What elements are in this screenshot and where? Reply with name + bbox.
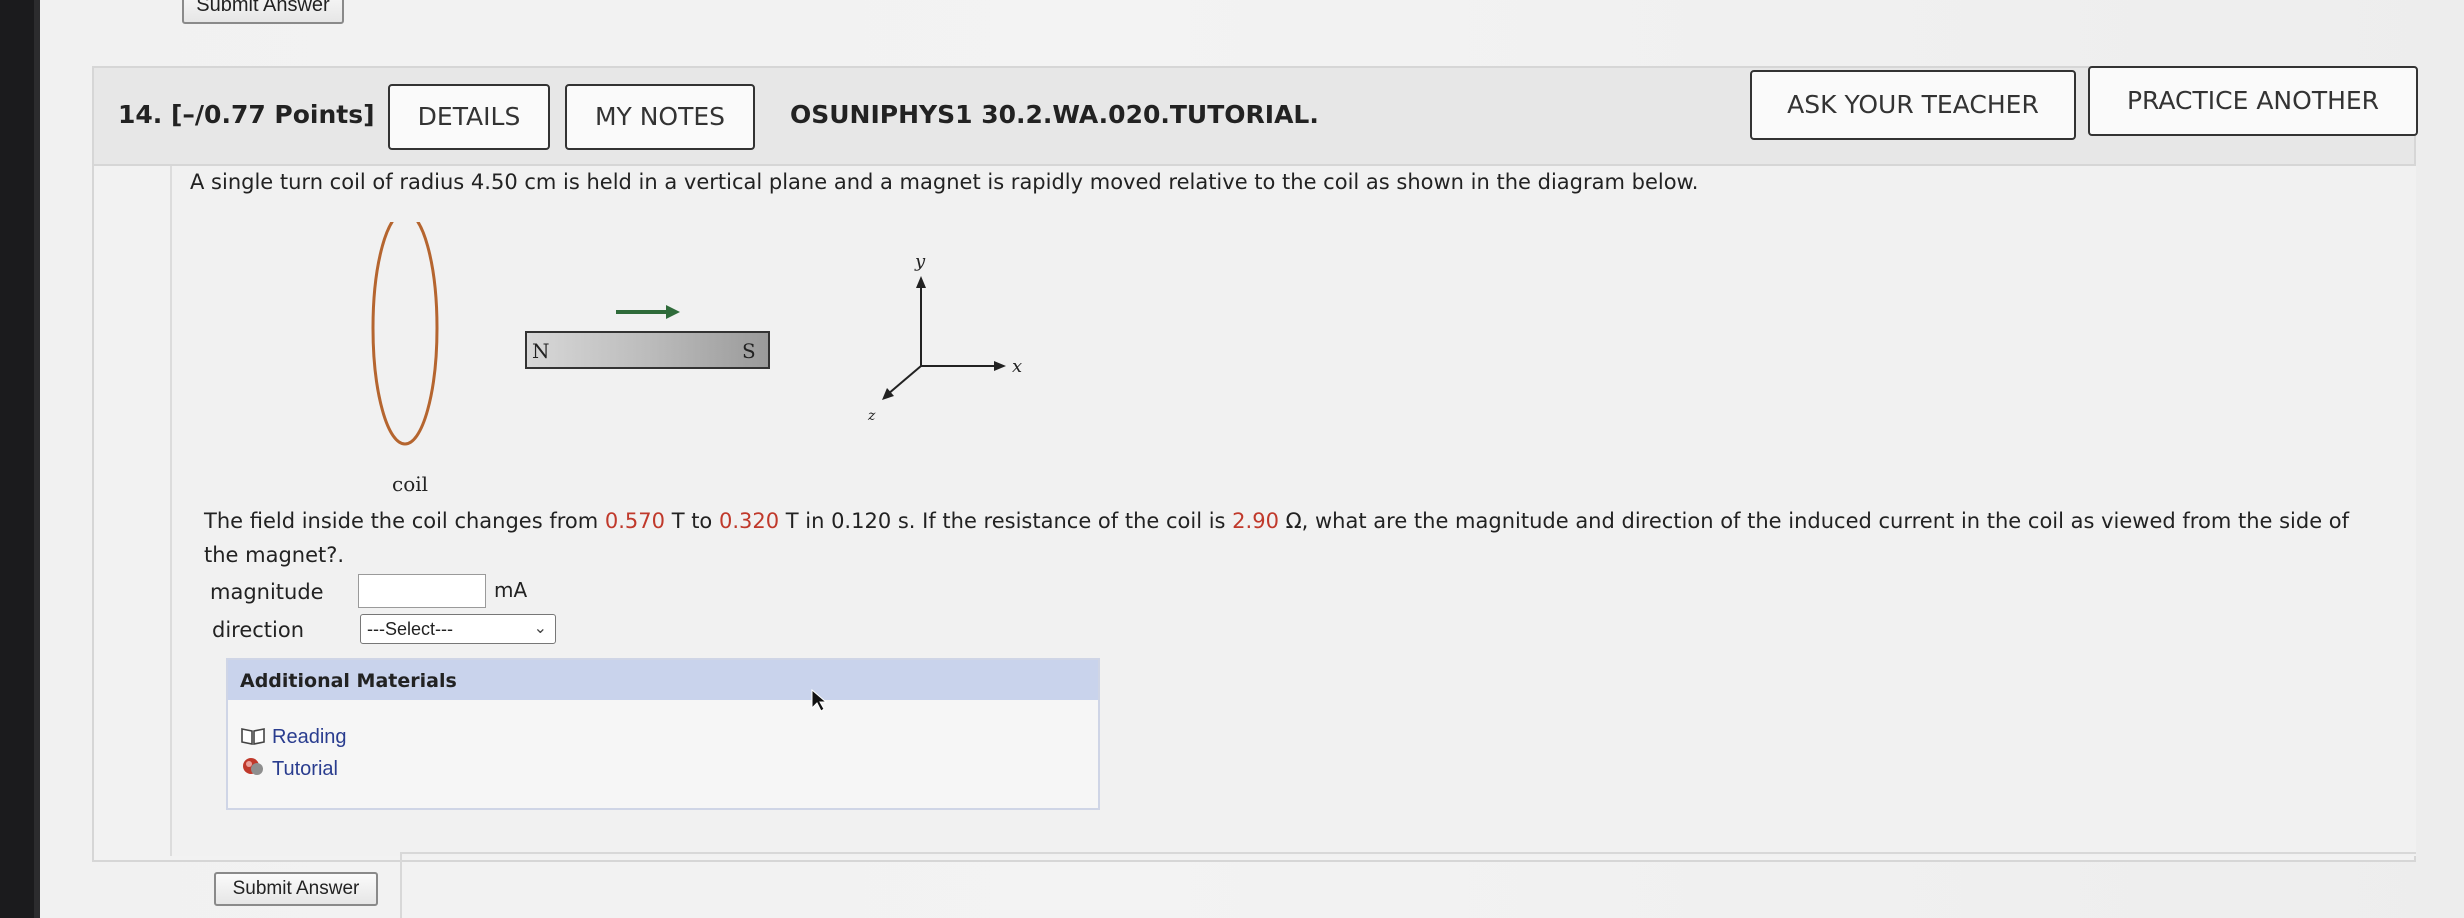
tutorial-link[interactable]: Tutorial [272,758,338,781]
y-axis-head [916,276,926,288]
bottom-divider-vertical [400,852,402,918]
details-button[interactable]: DETAILS [388,84,550,150]
final-field-value: 0.320 [718,509,780,533]
submit-answer-button-top[interactable]: Submit Answer [182,0,344,24]
z-axis-label: z [867,408,876,424]
tutorial-icon [243,758,263,775]
my-notes-button[interactable]: MY NOTES [565,84,755,150]
south-pole-label: S [742,339,756,363]
x-axis-head [994,361,1006,371]
chevron-down-icon: ⌄ [533,620,547,637]
initial-field-value: 0.570 [604,509,666,533]
additional-materials-title: Additional Materials [240,670,457,692]
additional-materials-panel: Additional Materials [226,658,1100,810]
magnitude-label: magnitude [210,580,324,604]
magnitude-unit: mA [494,578,528,602]
direction-label: direction [212,618,305,642]
resistance-value: 2.90 [1232,509,1279,533]
coil-loop [371,222,439,446]
z-axis [887,365,922,395]
question-number-points: 14. [–/0.77 Points] [118,100,375,129]
additional-materials-header: Additional Materials [228,660,1098,700]
reading-link[interactable]: Reading [272,726,347,749]
ask-your-teacher-button[interactable]: ASK YOUR TEACHER [1750,70,2076,140]
x-axis-label: x [1012,356,1022,377]
bottom-divider [400,852,2416,854]
question-code: OSUNIPHYS1 30.2.WA.020.TUTORIAL. [790,100,1319,129]
book-icon [241,728,265,745]
y-axis-label: y [914,251,926,272]
coil-label: coil [392,472,428,496]
submit-answer-button[interactable]: Submit Answer [214,872,378,906]
bar-magnet [525,331,770,369]
left-bezel [0,0,34,918]
practice-another-button[interactable]: PRACTICE ANOTHER [2088,66,2418,136]
problem-statement: The field inside the coil changes from 0… [204,509,2350,567]
mouse-cursor-icon [811,688,828,712]
magnet-coil-diagram: coil N S y x z [371,222,1022,496]
direction-select[interactable]: ---Select--- ⌄ [360,614,556,644]
magnitude-input[interactable] [358,574,486,608]
problem-intro: A single turn coil of radius 4.50 cm is … [190,170,1699,194]
direction-selected-value: ---Select--- [367,619,453,639]
motion-arrow-head [666,305,680,319]
north-pole-label: N [532,339,550,363]
